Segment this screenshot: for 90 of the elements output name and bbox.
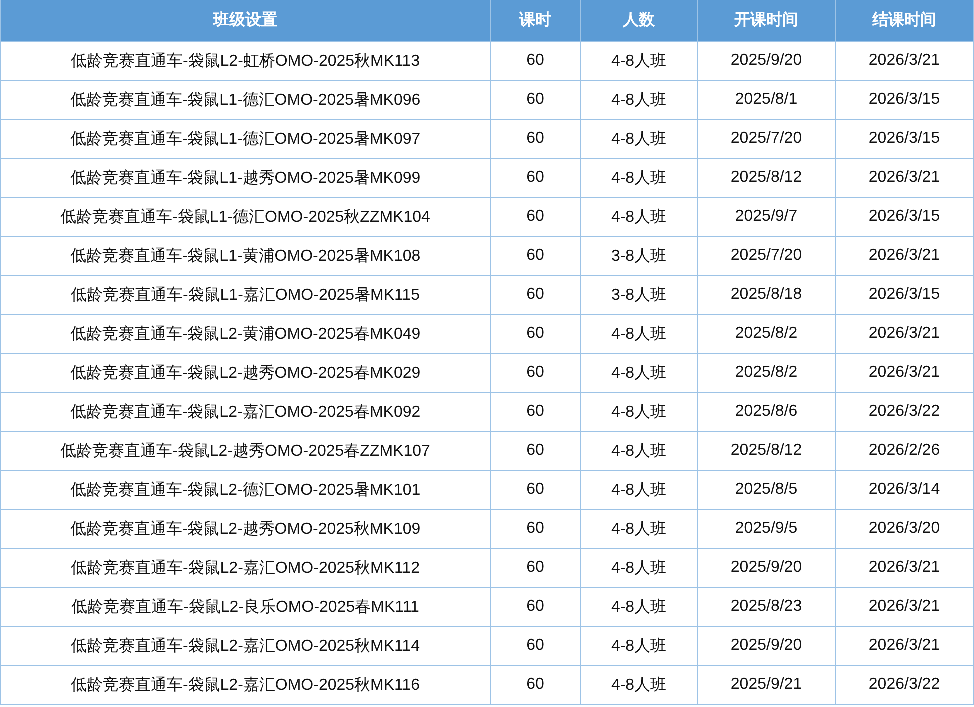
table-cell: 低龄竞赛直通车-袋鼠L1-越秀OMO-2025暑MK099 [0, 158, 490, 198]
table-cell: 2026/3/22 [836, 666, 974, 704]
table-cell: 4-8人班 [580, 588, 698, 626]
table-cell: 4-8人班 [580, 198, 698, 236]
table-cell: 2026/3/21 [836, 158, 974, 198]
table-cell: 60 [490, 236, 580, 276]
table-cell: 3-8人班 [580, 236, 698, 276]
table-cell: 60 [490, 354, 580, 392]
table-cell: 60 [490, 626, 580, 666]
table-cell: 低龄竞赛直通车-袋鼠L2-嘉汇OMO-2025春MK092 [0, 392, 490, 432]
table-cell: 2025/8/6 [698, 392, 836, 432]
table-cell: 2025/9/21 [698, 666, 836, 704]
table-cell: 4-8人班 [580, 392, 698, 432]
table-cell: 低龄竞赛直通车-袋鼠L1-嘉汇OMO-2025暑MK115 [0, 276, 490, 314]
table-cell: 2025/8/1 [698, 80, 836, 120]
table-cell: 4-8人班 [580, 354, 698, 392]
table-cell: 2025/8/2 [698, 314, 836, 354]
table-cell: 低龄竞赛直通车-袋鼠L2-越秀OMO-2025秋MK109 [0, 510, 490, 548]
table-cell: 4-8人班 [580, 548, 698, 588]
table-cell: 2026/3/21 [836, 588, 974, 626]
table-cell: 低龄竞赛直通车-袋鼠L1-德汇OMO-2025暑MK096 [0, 80, 490, 120]
table-cell: 4-8人班 [580, 80, 698, 120]
table-cell: 低龄竞赛直通车-袋鼠L2-良乐OMO-2025春MK111 [0, 588, 490, 626]
table-cell: 低龄竞赛直通车-袋鼠L2-黄浦OMO-2025春MK049 [0, 314, 490, 354]
table-cell: 低龄竞赛直通车-袋鼠L1-德汇OMO-2025暑MK097 [0, 120, 490, 158]
table-cell: 低龄竞赛直通车-袋鼠L2-嘉汇OMO-2025秋MK114 [0, 626, 490, 666]
table-cell: 2026/2/26 [836, 432, 974, 470]
table-cell: 60 [490, 276, 580, 314]
table-cell: 60 [490, 120, 580, 158]
column-header: 人数 [580, 0, 698, 42]
table-cell: 2026/3/15 [836, 198, 974, 236]
table-cell: 4-8人班 [580, 314, 698, 354]
column-header: 班级设置 [0, 0, 490, 42]
table-cell: 60 [490, 80, 580, 120]
table-cell: 低龄竞赛直通车-袋鼠L2-嘉汇OMO-2025秋MK116 [0, 666, 490, 704]
table-cell: 60 [490, 392, 580, 432]
column-header: 课时 [490, 0, 580, 42]
table-cell: 低龄竞赛直通车-袋鼠L2-越秀OMO-2025春ZZMK107 [0, 432, 490, 470]
table-cell: 2025/7/20 [698, 120, 836, 158]
table-cell: 60 [490, 510, 580, 548]
table-cell: 60 [490, 588, 580, 626]
table-cell: 2025/9/5 [698, 510, 836, 548]
table-cell: 4-8人班 [580, 510, 698, 548]
table-cell: 2025/9/20 [698, 626, 836, 666]
table-cell: 2026/3/21 [836, 548, 974, 588]
table-cell: 4-8人班 [580, 626, 698, 666]
table-cell: 低龄竞赛直通车-袋鼠L2-嘉汇OMO-2025秋MK112 [0, 548, 490, 588]
table-cell: 4-8人班 [580, 470, 698, 510]
table-cell: 4-8人班 [580, 432, 698, 470]
table-cell: 2025/8/18 [698, 276, 836, 314]
table-cell: 2025/9/20 [698, 548, 836, 588]
table-cell: 2026/3/15 [836, 80, 974, 120]
table-cell: 2026/3/21 [836, 42, 974, 80]
table-cell: 2025/8/23 [698, 588, 836, 626]
table-cell: 低龄竞赛直通车-袋鼠L2-虹桥OMO-2025秋MK113 [0, 42, 490, 80]
table-cell: 2025/9/7 [698, 198, 836, 236]
table-cell: 4-8人班 [580, 120, 698, 158]
table-cell: 4-8人班 [580, 666, 698, 704]
table-cell: 2026/3/21 [836, 314, 974, 354]
table-cell: 60 [490, 470, 580, 510]
table-cell: 低龄竞赛直通车-袋鼠L1-黄浦OMO-2025暑MK108 [0, 236, 490, 276]
table-cell: 60 [490, 314, 580, 354]
table-cell: 2026/3/21 [836, 236, 974, 276]
table-cell: 60 [490, 666, 580, 704]
table-cell: 4-8人班 [580, 42, 698, 80]
table-cell: 60 [490, 198, 580, 236]
table-cell: 4-8人班 [580, 158, 698, 198]
table-cell: 低龄竞赛直通车-袋鼠L2-德汇OMO-2025暑MK101 [0, 470, 490, 510]
table-cell: 60 [490, 42, 580, 80]
table-cell: 2025/8/5 [698, 470, 836, 510]
table-cell: 2026/3/21 [836, 626, 974, 666]
table-cell: 60 [490, 548, 580, 588]
column-header: 结课时间 [836, 0, 974, 42]
table-cell: 2026/3/14 [836, 470, 974, 510]
table-cell: 低龄竞赛直通车-袋鼠L1-德汇OMO-2025秋ZZMK104 [0, 198, 490, 236]
table-cell: 2025/8/12 [698, 158, 836, 198]
table-cell: 3-8人班 [580, 276, 698, 314]
table-cell: 2025/8/2 [698, 354, 836, 392]
table-cell: 低龄竞赛直通车-袋鼠L2-越秀OMO-2025春MK029 [0, 354, 490, 392]
table-cell: 2025/8/12 [698, 432, 836, 470]
column-header: 开课时间 [698, 0, 836, 42]
table-cell: 2026/3/21 [836, 354, 974, 392]
table-cell: 2025/7/20 [698, 236, 836, 276]
table-cell: 60 [490, 158, 580, 198]
table-cell: 60 [490, 432, 580, 470]
table-cell: 2026/3/22 [836, 392, 974, 432]
table-cell: 2026/3/15 [836, 276, 974, 314]
table-cell: 2026/3/20 [836, 510, 974, 548]
table-cell: 2026/3/15 [836, 120, 974, 158]
table-cell: 2025/9/20 [698, 42, 836, 80]
